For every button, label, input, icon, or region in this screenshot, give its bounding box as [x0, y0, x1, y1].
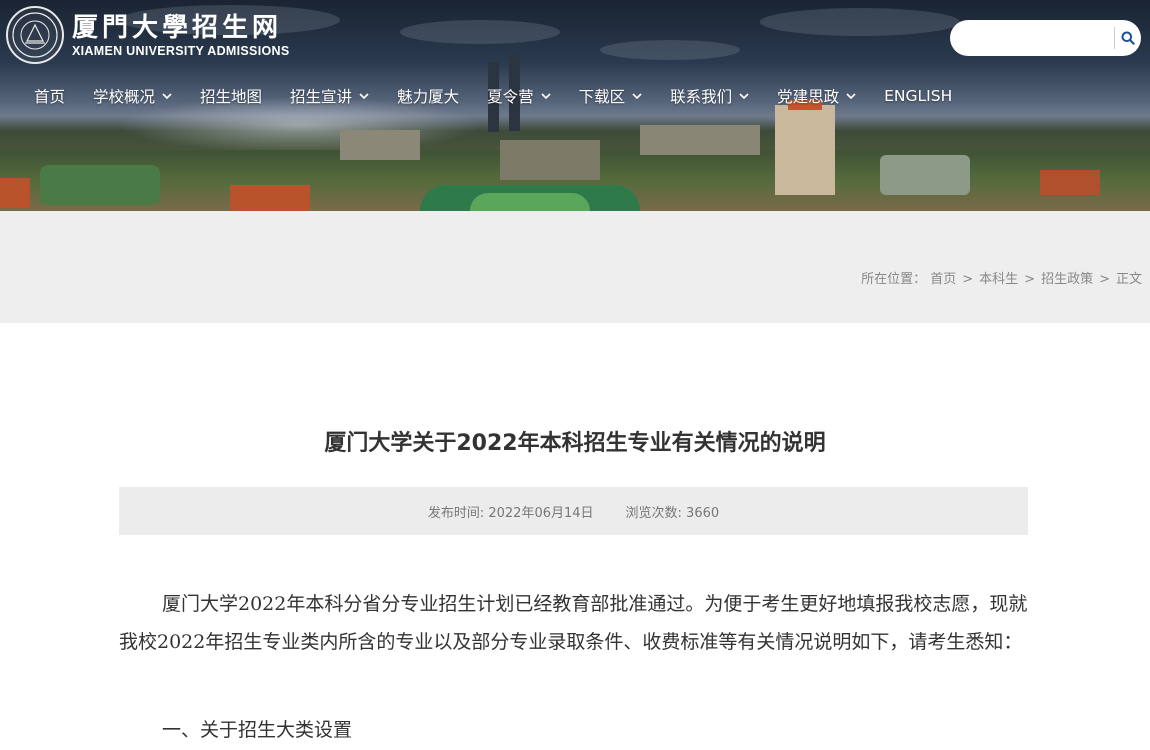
- nav-item-english[interactable]: ENGLISH: [870, 87, 966, 105]
- breadcrumb-prefix: 所在位置：: [861, 272, 927, 287]
- nav-item-label: 首页: [34, 88, 66, 106]
- nav-item-downloads[interactable]: 下载区: [565, 85, 657, 107]
- nav-item-label: 招生地图: [200, 88, 263, 106]
- article-paragraph: 厦门大学2022年本科分省分专业招生计划已经教育部批准通过。为便于考生更好地填报…: [119, 593, 1028, 653]
- nav-item-party-building[interactable]: 党建思政: [763, 85, 870, 107]
- nav-item-label: 党建思政: [777, 88, 840, 106]
- logo-english-name: XIAMEN UNIVERSITY ADMISSIONS: [72, 43, 290, 58]
- search-icon: [1121, 31, 1135, 45]
- chevron-down-icon: [359, 92, 369, 100]
- nav-item-about[interactable]: 学校概况: [79, 85, 186, 107]
- logo-chinese-name: 厦門大學招生网: [72, 12, 283, 43]
- chevron-down-icon: [846, 92, 856, 100]
- view-count: 浏览次数: 3660: [625, 505, 720, 521]
- breadcrumb-separator: >: [1024, 272, 1036, 287]
- nav-item-charm-xmu[interactable]: 魅力厦大: [383, 85, 473, 107]
- main-nav: 首页 学校概况 招生地图 招生宣讲 魅力厦大 夏令营 下载区 联系我们 党建思政…: [20, 82, 966, 110]
- nav-item-admission-map[interactable]: 招生地图: [186, 85, 276, 107]
- nav-item-label: 夏令营: [487, 88, 534, 106]
- article-title: 厦门大学关于2022年本科招生专业有关情况的说明: [324, 431, 826, 456]
- breadcrumb-admission-policy[interactable]: 招生政策: [1041, 272, 1093, 287]
- search-input[interactable]: [964, 25, 1108, 51]
- site-logo[interactable]: 厦門大學招生网 XIAMEN UNIVERSITY ADMISSIONS: [6, 6, 289, 64]
- search-button[interactable]: [1115, 20, 1141, 56]
- nav-item-label: 学校概况: [93, 88, 156, 106]
- chevron-down-icon: [162, 92, 172, 100]
- nav-item-label: 下载区: [578, 88, 626, 106]
- nav-item-admission-talks[interactable]: 招生宣讲: [276, 85, 383, 107]
- nav-item-label: ENGLISH: [884, 87, 953, 105]
- breadcrumb-band: 所在位置： 首页 > 本科生 > 招生政策 > 正文: [0, 211, 1150, 323]
- article-meta: 发布时间: 2022年06月14日 浏览次数: 3660: [119, 487, 1028, 535]
- breadcrumb-home[interactable]: 首页: [930, 272, 956, 287]
- breadcrumb-current: 正文: [1115, 272, 1142, 287]
- breadcrumb-separator: >: [1099, 272, 1110, 287]
- search-box: [950, 20, 1141, 56]
- publish-date: 发布时间: 2022年06月14日: [427, 505, 594, 521]
- breadcrumb: 所在位置： 首页 > 本科生 > 招生政策 > 正文: [861, 268, 1142, 287]
- chevron-down-icon: [541, 92, 551, 100]
- nav-item-label: 魅力厦大: [397, 88, 460, 106]
- header-banner: 厦門大學招生网 XIAMEN UNIVERSITY ADMISSIONS 首页 …: [0, 0, 1150, 211]
- nav-item-label: 联系我们: [670, 88, 733, 106]
- nav-item-contact[interactable]: 联系我们: [656, 85, 763, 107]
- university-seal-icon: [6, 6, 64, 64]
- nav-item-home[interactable]: 首页: [20, 85, 79, 107]
- breadcrumb-undergraduate[interactable]: 本科生: [979, 272, 1018, 287]
- breadcrumb-separator: >: [962, 272, 974, 287]
- nav-item-label: 招生宣讲: [290, 88, 353, 106]
- chevron-down-icon: [739, 92, 749, 100]
- section-heading: 一、关于招生大类设置: [162, 719, 353, 741]
- nav-item-summer-camp[interactable]: 夏令营: [473, 85, 565, 107]
- chevron-down-icon: [632, 92, 642, 100]
